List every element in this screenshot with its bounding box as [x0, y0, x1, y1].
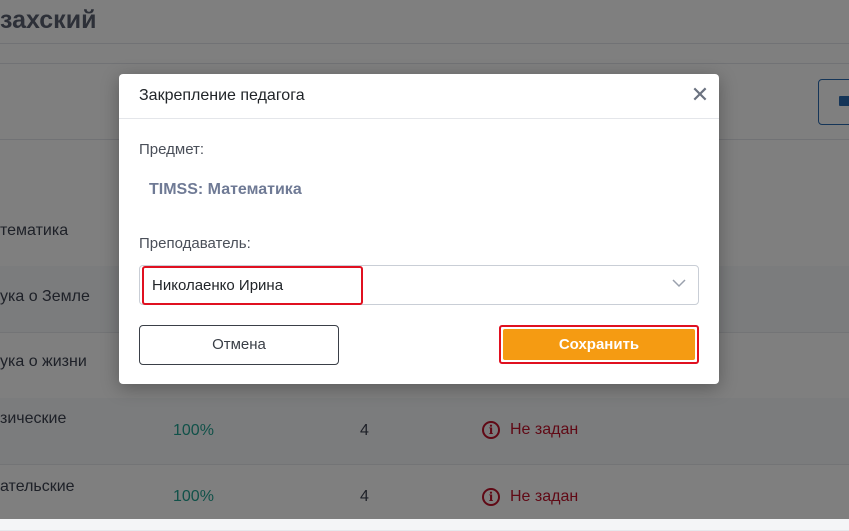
subject-value: TIMSS: Математика	[149, 181, 302, 198]
cancel-button[interactable]: Отмена	[139, 325, 339, 365]
teacher-highlight	[142, 266, 363, 305]
chevron-down-icon	[672, 279, 686, 288]
teacher-label: Преподаватель:	[139, 235, 251, 252]
save-button[interactable]: Сохранить	[503, 329, 695, 360]
modal-header: Закрепление педагога ✕	[119, 74, 719, 119]
assign-teacher-modal: Закрепление педагога ✕ Предмет: TIMSS: М…	[119, 74, 719, 384]
close-icon[interactable]: ✕	[689, 83, 711, 107]
save-highlight: Сохранить	[499, 325, 699, 364]
subject-label: Предмет:	[139, 141, 205, 158]
modal-title: Закрепление педагога	[139, 87, 305, 104]
